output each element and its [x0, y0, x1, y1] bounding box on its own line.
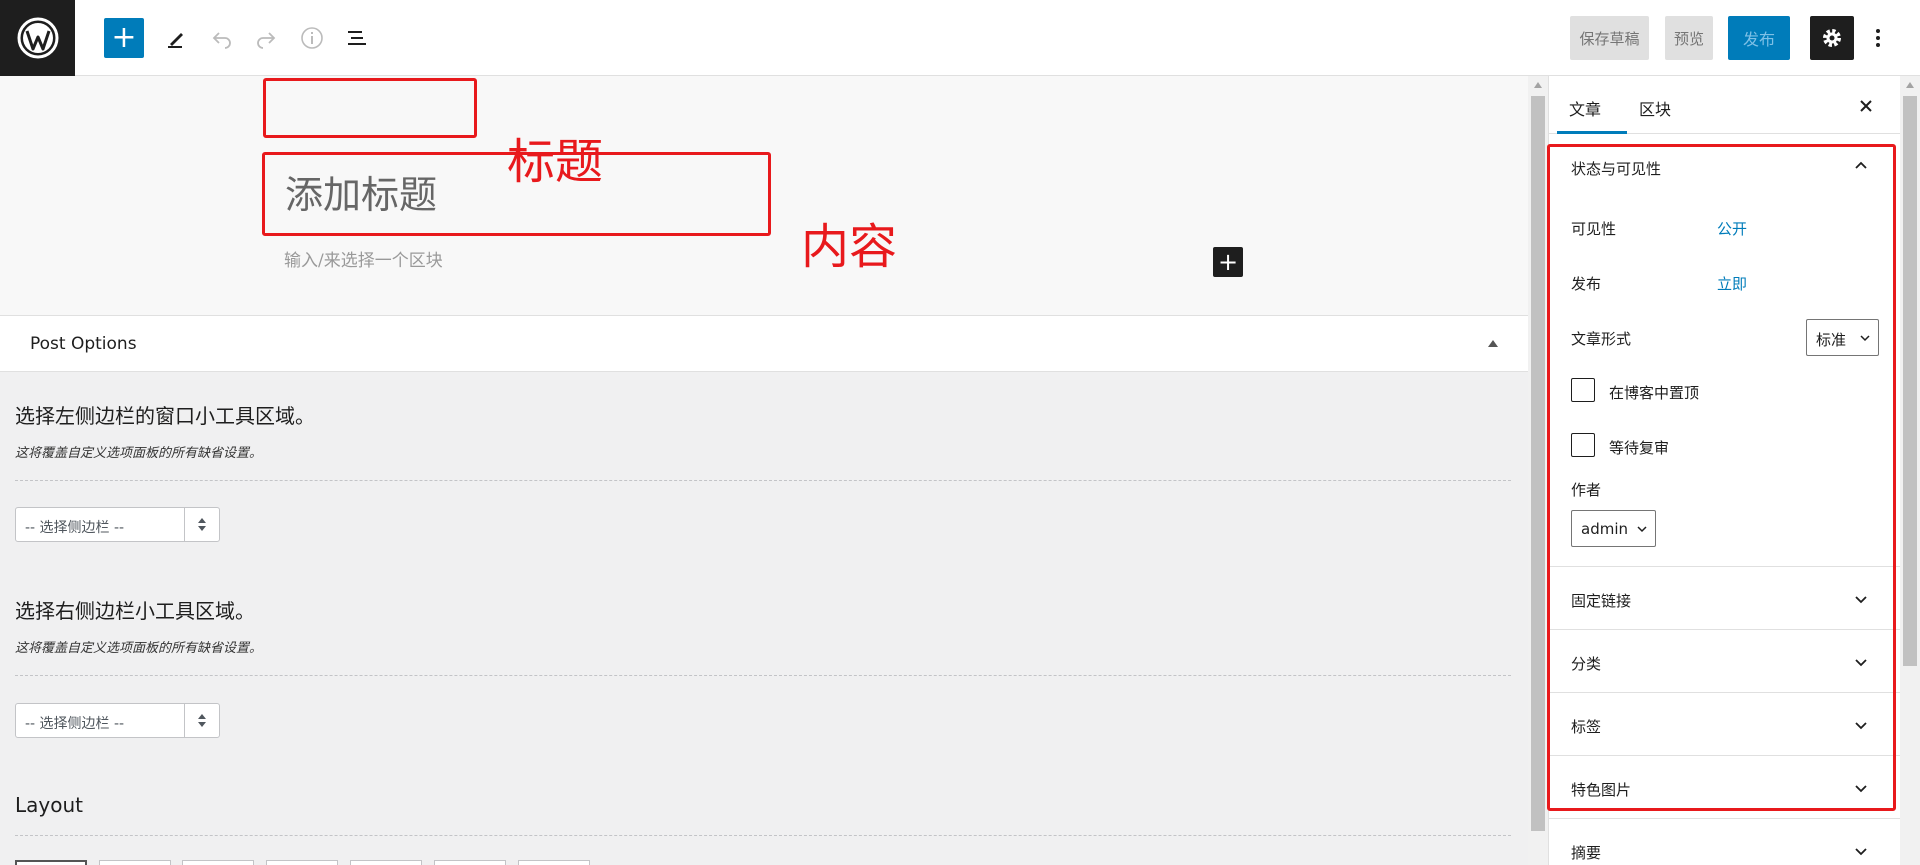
- settings-button[interactable]: [1810, 16, 1854, 60]
- redo-icon: [257, 32, 276, 49]
- chevron-down-icon[interactable]: [1855, 845, 1867, 857]
- more-options-button[interactable]: [1866, 16, 1890, 60]
- publish-button[interactable]: 发布: [1728, 16, 1790, 60]
- layout-heading: Layout: [15, 793, 83, 817]
- undo-button[interactable]: [202, 18, 242, 58]
- save-draft-button[interactable]: 保存草稿: [1570, 16, 1649, 60]
- select-value: -- 选择侧边栏 --: [25, 716, 125, 732]
- metabox-header[interactable]: Post Options: [0, 315, 1528, 372]
- gear-icon: [1823, 29, 1841, 47]
- content-annotation: 内容: [801, 219, 898, 275]
- sidebar-highlight-box: [1547, 144, 1896, 811]
- left-sidebar-description: 这将覆盖自定义选项面板的所有缺省设置。: [15, 446, 263, 461]
- layout-option[interactable]: [350, 860, 422, 865]
- collapse-arrow-icon[interactable]: [1488, 340, 1498, 347]
- left-sidebar-select[interactable]: -- 选择侧边栏 --: [15, 507, 220, 542]
- post-options-metabox: Post Options 选择左侧边栏的窗口小工具区域。 这将覆盖自定义选项面板…: [0, 315, 1528, 865]
- scrollbar-thumb[interactable]: [1903, 96, 1917, 666]
- divider: [1549, 818, 1901, 819]
- sidebar-tabs: 文章 区块: [1549, 76, 1901, 134]
- layout-option[interactable]: [182, 860, 254, 865]
- list-view-icon: [348, 31, 366, 45]
- list-view-button[interactable]: [337, 18, 377, 58]
- vertical-ellipsis-icon: [1876, 29, 1880, 47]
- metabox-title: Post Options: [30, 334, 137, 354]
- right-sidebar-select[interactable]: -- 选择侧边栏 --: [15, 703, 220, 738]
- select-arrows-icon: [184, 508, 219, 541]
- preview-button[interactable]: 预览: [1665, 16, 1713, 60]
- redo-button[interactable]: [246, 18, 286, 58]
- pencil-icon: [168, 33, 183, 48]
- undo-icon: [212, 32, 231, 49]
- info-icon: [301, 27, 323, 49]
- divider: [15, 835, 1511, 836]
- tab-post[interactable]: 文章: [1557, 76, 1627, 134]
- add-block-button[interactable]: +: [104, 18, 144, 58]
- layout-option[interactable]: [266, 860, 338, 865]
- post-content-input[interactable]: 输入/来选择一个区块: [284, 246, 443, 271]
- block-inserter-button[interactable]: +: [1213, 247, 1243, 277]
- editor-scrollbar[interactable]: [1528, 76, 1548, 865]
- scroll-up-arrow-icon[interactable]: [1906, 82, 1914, 88]
- divider: [15, 480, 1511, 481]
- scroll-up-arrow-icon[interactable]: [1534, 82, 1542, 88]
- left-sidebar-heading: 选择左侧边栏的窗口小工具区域。: [15, 404, 315, 428]
- divider: [15, 675, 1511, 676]
- layout-option[interactable]: [434, 860, 506, 865]
- details-button[interactable]: [292, 18, 332, 58]
- title-annotation: 标题: [507, 134, 604, 190]
- tab-block[interactable]: 区块: [1627, 76, 1683, 134]
- close-sidebar-button[interactable]: [1854, 94, 1878, 118]
- layout-option[interactable]: [15, 860, 87, 865]
- editor-toolbar: + 保存草稿 预览 发布: [0, 0, 1920, 76]
- right-sidebar-description: 这将覆盖自定义选项面板的所有缺省设置。: [15, 641, 263, 656]
- select-arrows-icon: [184, 704, 219, 737]
- right-sidebar-heading: 选择右侧边栏小工具区域。: [15, 599, 255, 623]
- sidebar-scrollbar[interactable]: [1900, 76, 1920, 865]
- layout-option[interactable]: [99, 860, 171, 865]
- excerpt-panel-title[interactable]: 摘要: [1571, 842, 1601, 863]
- select-value: -- 选择侧边栏 --: [25, 520, 125, 536]
- wordpress-logo-icon[interactable]: [0, 0, 75, 76]
- plus-icon: +: [1217, 248, 1239, 276]
- scrollbar-thumb[interactable]: [1531, 96, 1545, 831]
- plus-icon: +: [111, 20, 137, 55]
- layout-option[interactable]: [518, 860, 590, 865]
- close-icon: [1860, 100, 1872, 112]
- title-highlight-box: [263, 78, 477, 138]
- edit-tool-button[interactable]: [157, 18, 197, 58]
